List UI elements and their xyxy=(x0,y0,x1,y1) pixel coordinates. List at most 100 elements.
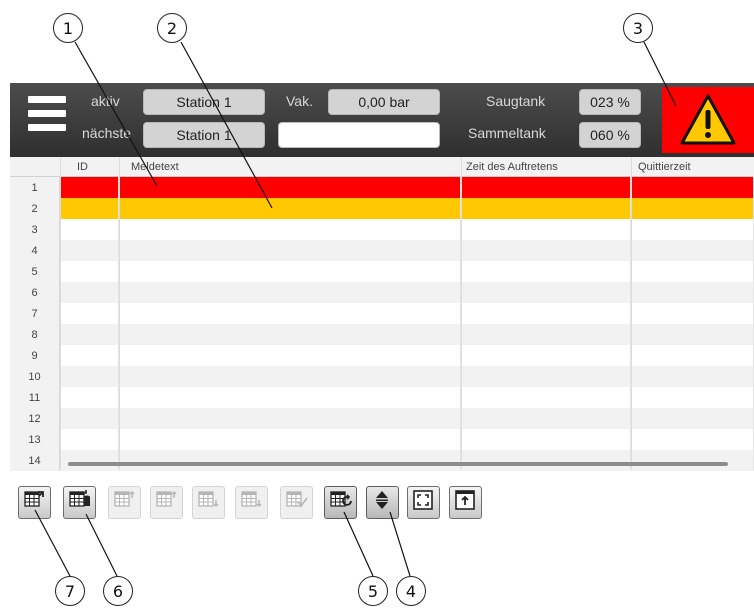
table-cell xyxy=(60,429,119,450)
table-cell xyxy=(119,303,461,324)
row-number: 11 xyxy=(10,387,60,408)
table-row[interactable]: 8 xyxy=(10,324,754,345)
table-move-up-button[interactable] xyxy=(150,486,183,519)
window-fit-icon xyxy=(412,489,435,516)
table-sort-up-button[interactable] xyxy=(108,486,141,519)
table-cell xyxy=(60,282,119,303)
table-sort-down-button[interactable] xyxy=(235,486,268,519)
vacuum-label: Vak. xyxy=(286,93,313,109)
table-row[interactable]: 3 xyxy=(10,219,754,240)
table-cell xyxy=(119,198,461,219)
table-row[interactable]: 14 xyxy=(10,450,754,471)
callout-2: 2 xyxy=(157,13,187,43)
table-cell xyxy=(119,345,461,366)
table-cell xyxy=(119,366,461,387)
table-cell xyxy=(631,324,754,345)
table-row[interactable]: 12 xyxy=(10,408,754,429)
table-cell xyxy=(461,345,631,366)
table-move-down-button[interactable] xyxy=(192,486,225,519)
next-station-field[interactable]: Station 1 xyxy=(143,122,265,148)
column-header-message[interactable]: Meldetext xyxy=(131,161,179,173)
table-cell xyxy=(631,408,754,429)
callout-1: 1 xyxy=(53,13,83,43)
sort-updown-icon xyxy=(371,489,394,516)
warning-icon xyxy=(680,94,736,145)
column-divider xyxy=(60,157,61,469)
table-row[interactable]: 10 xyxy=(10,366,754,387)
callout-4: 4 xyxy=(396,576,426,606)
table-refresh-icon xyxy=(329,489,352,516)
table-cell xyxy=(60,387,119,408)
table-row[interactable]: 13 xyxy=(10,429,754,450)
table-cell xyxy=(631,219,754,240)
table-database-button[interactable] xyxy=(63,486,96,519)
alarm-table: ID Meldetext Zeit des Auftretens Quittie… xyxy=(10,157,754,471)
table-cell xyxy=(119,408,461,429)
table-refresh-button[interactable] xyxy=(324,486,357,519)
table-cell xyxy=(461,177,631,198)
table-cell xyxy=(461,261,631,282)
table-cell xyxy=(461,408,631,429)
callout-7: 7 xyxy=(55,576,85,606)
table-cell xyxy=(631,240,754,261)
table-cell xyxy=(60,345,119,366)
row-number: 13 xyxy=(10,429,60,450)
callout-3: 3 xyxy=(623,13,653,43)
table-cell xyxy=(60,198,119,219)
column-header-ack-time[interactable]: Quittierzeit xyxy=(638,161,691,173)
table-row[interactable]: 4 xyxy=(10,240,754,261)
table-cell xyxy=(461,303,631,324)
table-cell xyxy=(119,387,461,408)
table-check-button[interactable] xyxy=(280,486,313,519)
table-cell xyxy=(60,450,119,471)
vacuum-value: 0,00 bar xyxy=(328,89,440,115)
callout-6: 6 xyxy=(103,576,133,606)
table-database-icon xyxy=(68,489,91,516)
collection-tank-label: Sammeltank xyxy=(468,125,546,141)
row-number: 5 xyxy=(10,261,60,282)
table-row[interactable]: 5 xyxy=(10,261,754,282)
table-cell xyxy=(119,177,461,198)
table-cell xyxy=(461,429,631,450)
table-move-up-icon xyxy=(155,489,178,516)
table-row[interactable]: 7 xyxy=(10,303,754,324)
menu-icon[interactable] xyxy=(28,96,66,140)
window-restore-button[interactable] xyxy=(449,486,482,519)
active-label: aktiv xyxy=(91,93,120,109)
sort-updown-button[interactable] xyxy=(366,486,399,519)
active-station-field[interactable]: Station 1 xyxy=(143,89,265,115)
row-number: 8 xyxy=(10,324,60,345)
table-cell xyxy=(60,303,119,324)
table-cell xyxy=(119,429,461,450)
suction-tank-value: 023 % xyxy=(579,89,641,115)
table-row[interactable]: 1 xyxy=(10,177,754,198)
table-cell xyxy=(461,198,631,219)
table-cell xyxy=(60,408,119,429)
table-row[interactable]: 9 xyxy=(10,345,754,366)
horizontal-scrollbar[interactable] xyxy=(68,462,728,466)
column-header-id[interactable]: ID xyxy=(77,161,88,173)
table-cell xyxy=(119,261,461,282)
window-fit-button[interactable] xyxy=(407,486,440,519)
column-divider xyxy=(631,157,632,469)
table-cell xyxy=(119,240,461,261)
table-cell xyxy=(631,303,754,324)
alarm-indicator[interactable] xyxy=(662,87,754,153)
table-move-down-icon xyxy=(197,489,220,516)
collection-tank-value: 060 % xyxy=(579,122,641,148)
suction-tank-label: Saugtank xyxy=(486,93,546,109)
table-cell xyxy=(631,450,754,471)
table-cell xyxy=(631,282,754,303)
table-row[interactable]: 11 xyxy=(10,387,754,408)
row-number: 7 xyxy=(10,303,60,324)
table-check-icon xyxy=(285,489,308,516)
row-number: 3 xyxy=(10,219,60,240)
table-cell xyxy=(461,219,631,240)
column-header-occurrence-time[interactable]: Zeit des Auftretens xyxy=(466,161,558,173)
status-header: aktiv Station 1 nächste Station 1 Vak. 0… xyxy=(10,83,754,157)
table-row[interactable]: 2 xyxy=(10,198,754,219)
table-row[interactable]: 6 xyxy=(10,282,754,303)
vacuum-extra-field[interactable] xyxy=(278,122,440,148)
table-header: ID Meldetext Zeit des Auftretens Quittie… xyxy=(10,157,754,177)
table-export-button[interactable] xyxy=(18,486,51,519)
